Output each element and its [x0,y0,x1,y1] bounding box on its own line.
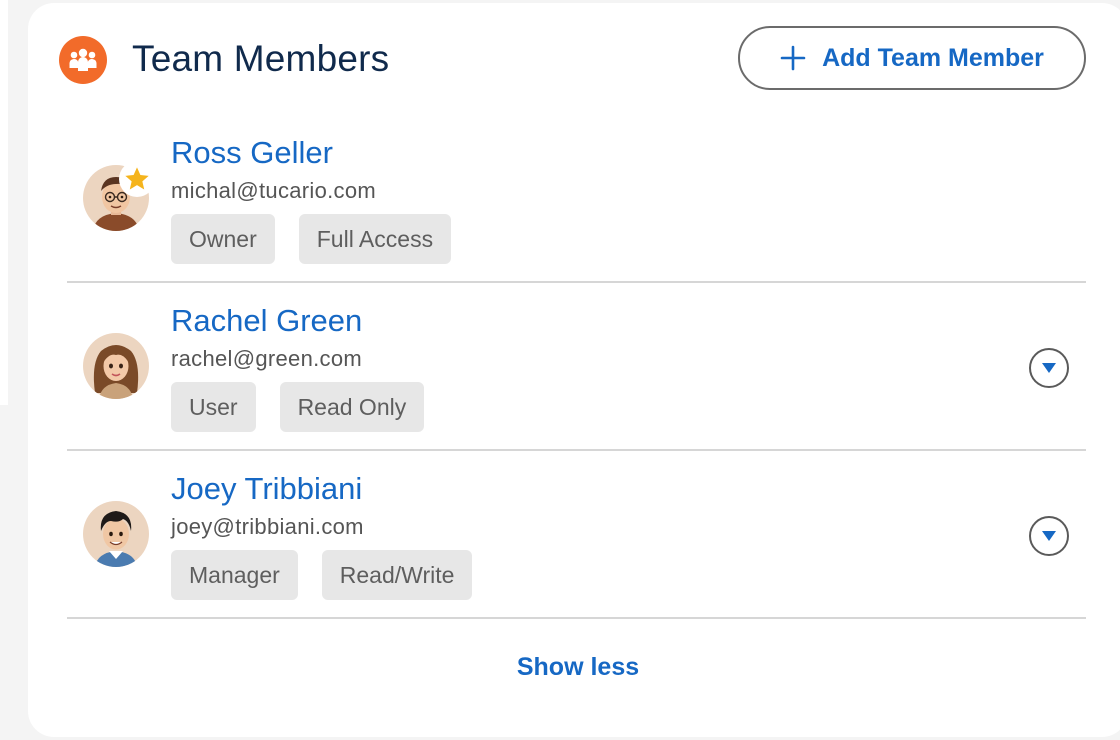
access-badge: Full Access [298,214,452,264]
role-badge: Manager [171,550,298,600]
member-email: michal@tucario.com [171,178,377,203]
expand-member-button[interactable] [1029,348,1069,388]
team-icon [59,36,107,84]
avatar [83,161,155,231]
avatar [83,333,149,399]
avatar-woman-icon [83,333,149,399]
chevron-down-icon [1042,363,1056,373]
role-badge: User [171,382,256,432]
member-email: rachel@green.com [171,346,362,371]
access-badge: Read Only [279,382,425,432]
avatar [83,501,149,567]
member-row-ross-geller: Ross Geller michal@tucario.com Owner Ful… [67,115,1086,283]
add-team-member-button[interactable]: Add Team Member [738,26,1086,90]
member-tags: User Read Only [171,382,425,432]
access-badge: Read/Write [321,550,473,600]
team-members-card: Team Members Add Team Member Ross Geller… [28,3,1120,737]
page-title: Team Members [132,38,390,79]
add-team-member-label: Add Team Member [822,43,1044,72]
owner-star-icon [119,161,155,197]
avatar-man-icon [83,501,149,567]
role-badge: Owner [171,214,275,264]
member-email: joey@tribbiani.com [171,514,364,539]
member-tags: Owner Full Access [171,214,452,264]
show-less-link[interactable]: Show less [28,653,1120,682]
chevron-down-icon [1042,531,1056,541]
expand-member-button[interactable] [1029,516,1069,556]
member-name[interactable]: Ross Geller [171,135,333,171]
plus-icon [780,45,806,71]
member-tags: Manager Read/Write [171,550,473,600]
member-row-joey-tribbiani: Joey Tribbiani joey@tribbiani.com Manage… [67,451,1086,619]
member-row-rachel-green: Rachel Green rachel@green.com User Read … [67,283,1086,451]
member-name[interactable]: Joey Tribbiani [171,471,362,507]
member-name[interactable]: Rachel Green [171,303,362,339]
background-panel-edge [0,0,8,405]
